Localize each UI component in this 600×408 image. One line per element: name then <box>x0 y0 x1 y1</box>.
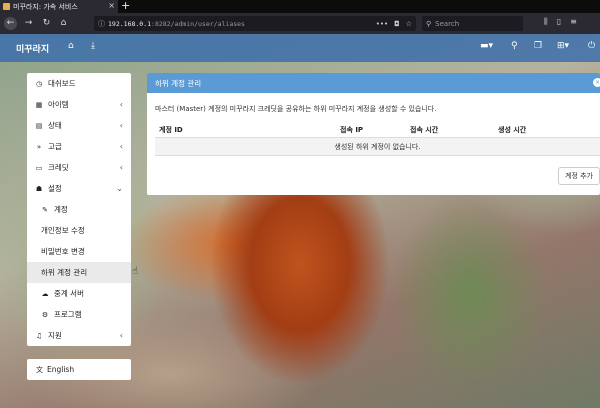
gear-icon: ⚙ <box>41 310 49 319</box>
sidebar-item-edit-profile[interactable]: 개인정보 수정 <box>27 220 131 241</box>
app-header: 미꾸라지 ⌂ ⤓ ▬▾ ⚲ ❐ ⊞▾ ⏻ <box>0 34 600 62</box>
sidebar-item-credit[interactable]: ▭ 크레딧 ‹ <box>27 157 131 178</box>
sidebar-item-label: 프로그램 <box>54 310 82 319</box>
home-icon[interactable]: ⌂ <box>57 17 70 30</box>
column-header-access-time[interactable]: 접속 시간 <box>410 125 438 135</box>
pocket-icon[interactable]: ◘ <box>394 20 400 28</box>
add-account-button[interactable]: 계정 추가 <box>558 167 600 185</box>
sidebar-item-advanced[interactable]: » 고급 ‹ <box>27 136 131 157</box>
browser-tab[interactable]: 미꾸라지: 가속 서비스 × <box>0 0 118 13</box>
sidebar-item-label: 지원 <box>48 331 62 340</box>
panel-header: 하위 계정 관리 × <box>147 73 600 93</box>
search-icon: ⚲ <box>426 19 432 28</box>
tab-title: 미꾸라지: 가속 서비스 <box>13 2 78 11</box>
sidebar-item-label: 고급 <box>48 142 62 151</box>
panel-description: 마스터 (Master) 계정의 미꾸라지 크레딧을 공유하는 하위 미꾸라지 … <box>155 105 437 113</box>
status-icon: ▤ <box>35 121 43 130</box>
advanced-icon: » <box>36 142 42 151</box>
favicon-icon <box>3 3 10 10</box>
close-icon[interactable]: × <box>593 78 600 87</box>
panel-title: 하위 계정 관리 <box>155 78 202 88</box>
sidebar-item-sub-accounts[interactable]: 하위 계정 관리 <box>27 262 131 283</box>
chevron-left-icon: ‹ <box>119 100 123 109</box>
column-header-account-id[interactable]: 계정 ID <box>159 125 183 135</box>
dashboard-icon: ◷ <box>35 79 43 88</box>
sidebar-item-label: 설정 <box>48 184 62 193</box>
headset-icon: ♫ <box>35 331 43 340</box>
reload-icon[interactable]: ↻ <box>40 17 53 30</box>
browser-tab-bar: 미꾸라지: 가속 서비스 × + <box>0 0 600 13</box>
hand-cursor-icon: ☝ <box>132 266 139 277</box>
sidebar-item-label: 크레딧 <box>48 163 69 172</box>
column-header-ip[interactable]: 접속 IP <box>340 125 363 135</box>
wrench-icon: ✎ <box>42 205 48 214</box>
empty-table-row: 생성된 하위 계정이 없습니다. <box>155 138 600 156</box>
sidebar-item-dashboard[interactable]: ◷ 대쉬보드 <box>27 73 131 94</box>
close-tab-icon[interactable]: × <box>108 1 115 10</box>
language-label: English <box>47 365 75 374</box>
forward-icon[interactable]: → <box>22 17 35 30</box>
sidebar-item-label: 계정 <box>54 205 68 214</box>
search-icon[interactable]: ⚲ <box>511 41 518 51</box>
sidebar-item-program[interactable]: ⚙ 프로그램 <box>27 304 131 325</box>
sidebar-item-account[interactable]: ✎ 계정 <box>27 199 131 220</box>
column-header-created-time[interactable]: 생성 시간 <box>498 125 526 135</box>
sidebar-item-status[interactable]: ▤ 상태 ‹ <box>27 115 131 136</box>
sidebar-item-change-password[interactable]: 비밀번호 변경 <box>27 241 131 262</box>
sub-account-table: 계정 ID 접속 IP 접속 시간 생성 시간 생성된 하위 계정이 없습니다. <box>155 121 600 156</box>
chevron-left-icon: ‹ <box>119 142 123 151</box>
table-header: 계정 ID 접속 IP 접속 시간 생성 시간 <box>155 121 600 138</box>
sidebar: ◷ 대쉬보드 ▦ 아이템 ‹ ▤ 상태 ‹ » 고급 ‹ ▭ 크레딧 ‹ ☗ 설… <box>27 73 138 346</box>
copy-icon[interactable]: ❐ <box>534 41 542 51</box>
browser-search-input[interactable]: ⚲ Search <box>422 16 523 31</box>
sidebar-item-label: 중계 서버 <box>54 289 84 298</box>
sidebar-item-label: 하위 계정 관리 <box>41 268 88 277</box>
sidebar-item-label: 비밀번호 변경 <box>41 247 85 256</box>
sidebar-toggle-icon[interactable]: ▯ <box>557 17 561 27</box>
back-icon[interactable]: ← <box>4 17 17 30</box>
sidebar-item-support[interactable]: ♫ 지원 ‹ <box>27 325 131 346</box>
home-icon[interactable]: ⌂ <box>68 41 74 51</box>
apps-grid-icon[interactable]: ⊞▾ <box>557 41 569 51</box>
chat-icon[interactable]: ▬▾ <box>480 41 493 51</box>
browser-nav-bar: ← → ↻ ⌂ ⓘ 192.168.0.1:8282/admin/user/al… <box>0 13 600 34</box>
credit-icon: ▭ <box>35 163 43 172</box>
sidebar-item-relay-server[interactable]: ☁ 중계 서버 <box>27 283 131 304</box>
power-icon[interactable]: ⏻ <box>588 41 595 51</box>
sidebar-item-label: 개인정보 수정 <box>41 226 85 235</box>
sidebar-item-label: 아이템 <box>48 100 69 109</box>
page-actions-icon[interactable]: ••• <box>376 20 388 28</box>
chevron-down-icon: ⌄ <box>116 184 123 193</box>
menu-icon[interactable]: ≡ <box>570 17 577 27</box>
library-icon[interactable]: ⫼ <box>544 17 548 27</box>
language-icon: 文 <box>36 365 43 374</box>
cloud-icon: ☁ <box>41 289 49 298</box>
search-placeholder: Search <box>435 19 460 28</box>
download-icon[interactable]: ⤓ <box>91 41 95 51</box>
user-settings-icon: ☗ <box>35 184 43 193</box>
sidebar-item-label: 상태 <box>48 121 62 130</box>
items-icon: ▦ <box>35 100 43 109</box>
url-text: 192.168.0.1:8282/admin/user/aliases <box>108 19 245 28</box>
sidebar-item-settings[interactable]: ☗ 설정 ⌄ <box>27 178 131 199</box>
chevron-left-icon: ‹ <box>119 121 123 130</box>
url-bar[interactable]: ⓘ 192.168.0.1:8282/admin/user/aliases ••… <box>94 16 416 31</box>
chevron-left-icon: ‹ <box>119 163 123 172</box>
site-info-icon[interactable]: ⓘ <box>98 19 105 29</box>
sub-account-panel: 하위 계정 관리 × 마스터 (Master) 계정의 미꾸라지 크레딧을 공유… <box>147 73 600 195</box>
brand-title[interactable]: 미꾸라지 <box>16 42 49 55</box>
sidebar-item-label: 대쉬보드 <box>48 79 76 88</box>
language-selector[interactable]: 文 English <box>27 359 131 380</box>
sidebar-item-items[interactable]: ▦ 아이템 ‹ <box>27 94 131 115</box>
bookmark-star-icon[interactable]: ☆ <box>406 20 412 28</box>
new-tab-icon[interactable]: + <box>121 0 130 12</box>
chevron-left-icon: ‹ <box>119 331 123 340</box>
